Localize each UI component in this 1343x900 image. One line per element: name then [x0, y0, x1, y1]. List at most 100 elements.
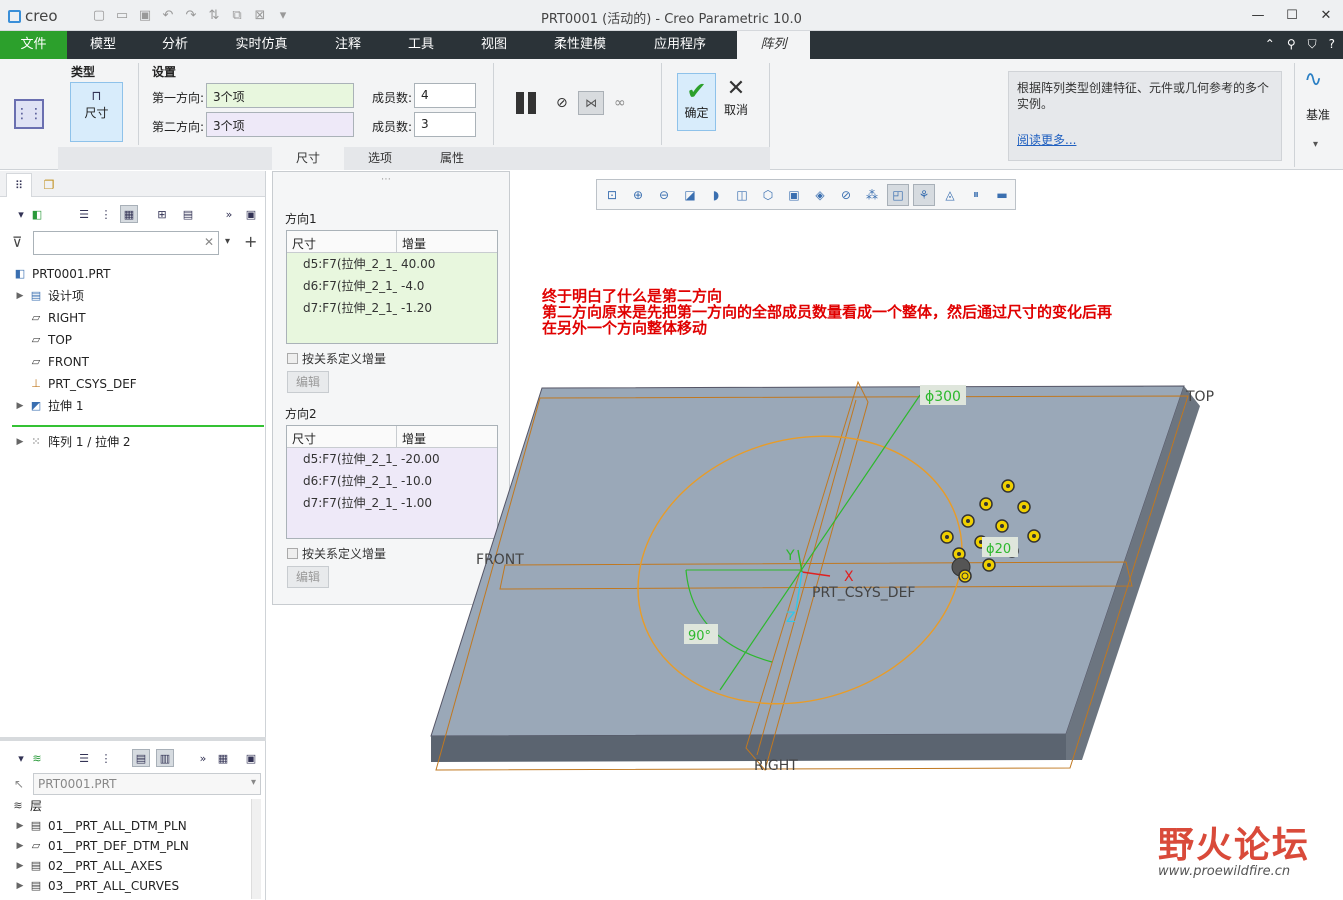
ok-button[interactable]: ✔ 确定: [677, 73, 716, 131]
folder-browser-tab-icon[interactable]: ❐: [36, 173, 62, 197]
layer-properties-icon[interactable]: ▦: [214, 749, 232, 767]
perspective-icon[interactable]: ▣: [783, 184, 805, 206]
filter-dropdown-icon[interactable]: ▾: [225, 236, 230, 247]
datum-label[interactable]: 基准: [1306, 106, 1330, 123]
layer-columns-icon[interactable]: ☰: [75, 749, 93, 767]
members1-input[interactable]: 4: [414, 83, 476, 108]
members2-input[interactable]: 3: [414, 112, 476, 137]
diameter-300-label[interactable]: ϕ300: [925, 389, 961, 405]
add-filter-icon[interactable]: +: [244, 232, 257, 251]
angle-label[interactable]: 90°: [688, 629, 711, 644]
tab-applications[interactable]: 应用程序: [630, 31, 730, 59]
insert-indicator[interactable]: [12, 425, 264, 427]
tree-item-top[interactable]: ▱ TOP: [0, 329, 72, 351]
dir2-edit-button[interactable]: 编辑: [287, 566, 329, 588]
tab-view[interactable]: 视图: [458, 31, 530, 59]
subtab-dimensions[interactable]: 尺寸: [272, 147, 344, 170]
tree-item-extrude-1[interactable]: ▶ ◩ 拉伸 1: [0, 395, 84, 417]
spin-center-icon[interactable]: ⚘: [913, 183, 935, 206]
panel-splitter[interactable]: [0, 737, 266, 741]
no-preview-icon[interactable]: ⊘: [556, 95, 568, 111]
zoom-in-icon[interactable]: ⊕: [627, 184, 649, 206]
top-plane-label[interactable]: TOP: [1185, 389, 1214, 405]
maximize-icon[interactable]: ☐: [1275, 0, 1309, 31]
layer-config-icon[interactable]: ▣: [242, 749, 260, 767]
datum-sketch-icon[interactable]: ∿: [1304, 67, 1322, 92]
display-style-icon[interactable]: ◗: [705, 184, 727, 206]
dir1-collector[interactable]: 3个项: [206, 83, 354, 108]
search-icon[interactable]: ⚲: [1287, 37, 1296, 52]
annotation-plane-icon[interactable]: ▬: [991, 184, 1013, 206]
tab-flexible-modeling[interactable]: 柔性建模: [530, 31, 630, 59]
clear-filter-icon[interactable]: ✕: [204, 235, 214, 249]
tree-filter-icon[interactable]: ⋮: [97, 205, 115, 223]
tab-tools[interactable]: 工具: [384, 31, 458, 59]
layer-hide-icon[interactable]: ▥: [156, 749, 174, 767]
tab-model[interactable]: 模型: [67, 31, 139, 59]
front-plane-label[interactable]: FRONT: [476, 552, 524, 568]
panel-grip-icon[interactable]: ⋯: [381, 174, 391, 185]
help-icon[interactable]: ?: [1329, 37, 1335, 52]
section-icon[interactable]: ⊘: [835, 184, 857, 206]
minimize-icon[interactable]: —: [1241, 0, 1275, 31]
tree-settings-icon[interactable]: ▤: [179, 205, 197, 223]
refit-icon[interactable]: ⊡: [601, 184, 623, 206]
tab-annotate[interactable]: 注释: [312, 31, 384, 59]
datum-display-icon[interactable]: ⁂: [861, 184, 883, 206]
model-tree-tab-icon[interactable]: ⠿: [6, 173, 32, 197]
datum-dropdown-icon[interactable]: ▾: [1313, 139, 1318, 150]
tree-table-icon[interactable]: ⊞: [153, 205, 171, 223]
glasses-icon[interactable]: ∞: [614, 95, 626, 111]
saved-views-icon[interactable]: ◫: [731, 184, 753, 206]
collapse-ribbon-icon[interactable]: ⌃: [1265, 37, 1275, 52]
dir1-edit-button[interactable]: 编辑: [287, 371, 329, 393]
close-icon[interactable]: ✕: [1309, 0, 1343, 31]
layer-scrollbar[interactable]: [251, 799, 261, 899]
annotation-display-icon[interactable]: ◰: [887, 183, 909, 206]
dir2-relation-checkbox[interactable]: 按关系定义增量: [287, 545, 386, 562]
layer-filter-icon[interactable]: ⋮: [97, 749, 115, 767]
tab-live-simulation[interactable]: 实时仿真: [211, 31, 312, 59]
preview-icon[interactable]: ⋈: [578, 91, 604, 115]
appearance-icon[interactable]: ◈: [809, 184, 831, 206]
layer-item[interactable]: ▶ ▤ 01__PRT_ALL_DTM_PLN: [0, 815, 187, 837]
tree-item-csys[interactable]: ⊥ PRT_CSYS_DEF: [0, 373, 137, 395]
tree-item-design-items[interactable]: ▶ ▤ 设计项: [0, 285, 84, 307]
layer-show-icon[interactable]: ▤: [132, 749, 150, 767]
subtab-properties[interactable]: 属性: [416, 147, 488, 170]
view-manager-icon[interactable]: ⬡: [757, 184, 779, 206]
dir1-relation-checkbox[interactable]: 按关系定义增量: [287, 350, 386, 367]
csys-label[interactable]: PRT_CSYS_DEF: [812, 585, 915, 601]
tab-analysis[interactable]: 分析: [139, 31, 211, 59]
tree-config-icon[interactable]: ▣: [242, 205, 260, 223]
tree-item-pattern-1[interactable]: ▶ ⁙ 阵列 1 / 拉伸 2: [0, 431, 131, 453]
read-more-link[interactable]: 阅读更多...: [1017, 132, 1273, 148]
cancel-button[interactable]: ✕ 取消: [720, 77, 752, 131]
tab-file[interactable]: 文件: [0, 31, 67, 59]
tab-pattern[interactable]: 阵列: [737, 31, 810, 59]
tree-item-front[interactable]: ▱ FRONT: [0, 351, 89, 373]
tree-filter-input[interactable]: [33, 231, 219, 255]
community-icon[interactable]: ⛉: [1308, 37, 1317, 52]
more-icon[interactable]: »: [220, 205, 238, 223]
simulation-icon[interactable]: ◬: [939, 184, 961, 206]
pause-animation-icon[interactable]: ⏸: [965, 184, 987, 206]
dir2-collector[interactable]: 3个项: [206, 112, 354, 137]
layer-item[interactable]: ▶ ▱ 01__PRT_DEF_DTM_PLN: [0, 835, 189, 857]
subtab-options[interactable]: 选项: [344, 147, 416, 170]
tree-item-part[interactable]: ◧ PRT0001.PRT: [0, 263, 111, 285]
more-icon[interactable]: »: [194, 749, 212, 767]
layer-item[interactable]: ▶ ▤ 03__PRT_ALL_CURVES: [0, 875, 180, 897]
pause-icon[interactable]: [516, 92, 536, 114]
tree-item-right[interactable]: ▱ RIGHT: [0, 307, 86, 329]
repaint-icon[interactable]: ◪: [679, 184, 701, 206]
dimension-type-button[interactable]: ⊓ 尺寸: [70, 82, 123, 142]
zoom-out-icon[interactable]: ⊖: [653, 184, 675, 206]
active-model-select[interactable]: PRT0001.PRT ▾: [33, 773, 261, 795]
right-plane-label[interactable]: RIGHT: [754, 758, 798, 774]
layer-item[interactable]: ▶ ▤ 02__PRT_ALL_AXES: [0, 855, 163, 877]
diameter-20-label[interactable]: ϕ20: [986, 542, 1011, 557]
tree-item-layers-root[interactable]: ≋ 层: [0, 795, 42, 817]
show-settings-icon[interactable]: ▦: [120, 205, 138, 223]
tree-columns-icon[interactable]: ☰: [75, 205, 93, 223]
